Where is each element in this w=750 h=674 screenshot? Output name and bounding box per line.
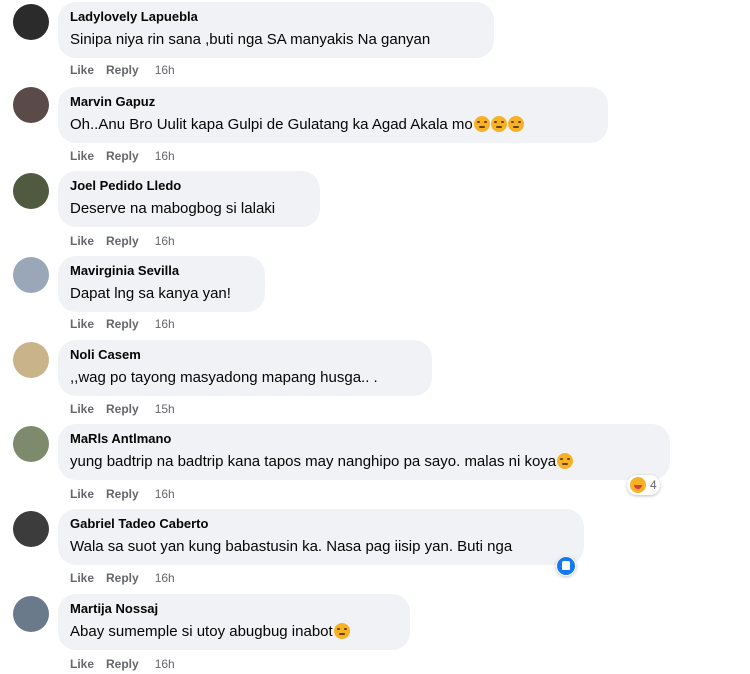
avatar[interactable]	[13, 4, 49, 40]
comment-text: Wala sa suot yan kung babastusin ka. Nas…	[70, 538, 513, 555]
reaction-summary[interactable]	[556, 556, 576, 576]
reaction-summary[interactable]: 4	[627, 475, 660, 495]
comment-bubble: MaRls Antlmano yung badtrip na badtrip k…	[58, 424, 670, 480]
like-button[interactable]: Like	[70, 657, 94, 671]
like-button[interactable]: Like	[70, 402, 94, 416]
comment-actions: Like Reply 16h	[70, 487, 175, 501]
timestamp[interactable]: 15h	[155, 402, 175, 416]
comment-actions: Like Reply 16h	[70, 149, 175, 163]
avatar[interactable]	[13, 426, 49, 462]
commenter-name[interactable]: Joel Pedido Lledo	[70, 178, 308, 194]
reply-button[interactable]: Reply	[106, 149, 139, 163]
avatar[interactable]	[13, 511, 49, 547]
reply-button[interactable]: Reply	[106, 657, 139, 671]
comment-bubble: Gabriel Tadeo Caberto Wala sa suot yan k…	[58, 509, 584, 565]
comment-text: Sinipa niya rin sana ,buti nga SA manyak…	[70, 31, 431, 48]
commenter-name[interactable]: Marvin Gapuz	[70, 94, 596, 110]
sad-face-emoji-icon	[473, 116, 490, 132]
comment-text-content: Oh..Anu Bro Uulit kapa Gulpi de Gulatang…	[70, 116, 473, 133]
timestamp[interactable]: 16h	[155, 487, 175, 501]
avatar[interactable]	[13, 342, 49, 378]
commenter-name[interactable]: Ladylovely Lapuebla	[70, 9, 482, 25]
comment-text: ,,wag po tayong masyadong mapang husga..…	[70, 369, 378, 386]
grinning-face-emoji-icon	[333, 623, 350, 639]
avatar[interactable]	[13, 596, 49, 632]
commenter-name[interactable]: Noli Casem	[70, 347, 420, 363]
timestamp[interactable]: 16h	[155, 234, 175, 248]
commenter-name[interactable]: Martija Nossaj	[70, 601, 398, 617]
commenter-name[interactable]: Gabriel Tadeo Caberto	[70, 516, 572, 532]
comment-text: yung badtrip na badtrip kana tapos may n…	[70, 452, 658, 472]
comment-actions: Like Reply 16h	[70, 63, 175, 77]
like-icon	[557, 557, 575, 575]
comment-actions: Like Reply 16h	[70, 657, 175, 671]
reply-button[interactable]: Reply	[106, 487, 139, 501]
grinning-face-emoji-icon	[557, 453, 574, 469]
comment-actions: Like Reply 16h	[70, 317, 175, 331]
comment-actions: Like Reply 16h	[70, 234, 175, 248]
commenter-name[interactable]: Mavirginia Sevilla	[70, 263, 253, 279]
avatar[interactable]	[13, 257, 49, 293]
like-button[interactable]: Like	[70, 487, 94, 501]
reply-button[interactable]: Reply	[106, 402, 139, 416]
timestamp[interactable]: 16h	[155, 317, 175, 331]
comment-bubble: Mavirginia Sevilla Dapat lng sa kanya ya…	[58, 256, 265, 312]
comment-bubble: Joel Pedido Lledo Deserve na mabogbog si…	[58, 171, 320, 227]
comment-bubble: Martija Nossaj Abay sumemple si utoy abu…	[58, 594, 410, 650]
comment-text-content: yung badtrip na badtrip kana tapos may n…	[70, 453, 557, 470]
comment-bubble: Ladylovely Lapuebla Sinipa niya rin sana…	[58, 2, 494, 58]
like-button[interactable]: Like	[70, 571, 94, 585]
like-button[interactable]: Like	[70, 63, 94, 77]
comment-text: Abay sumemple si utoy abugbug inabot	[70, 622, 398, 642]
timestamp[interactable]: 16h	[155, 149, 175, 163]
avatar[interactable]	[13, 173, 49, 209]
comment-bubble: Marvin Gapuz Oh..Anu Bro Uulit kapa Gulp…	[58, 87, 608, 143]
comment-bubble: Noli Casem ,,wag po tayong masyadong map…	[58, 340, 432, 396]
reply-button[interactable]: Reply	[106, 571, 139, 585]
comment-actions: Like Reply 15h	[70, 402, 175, 416]
like-button[interactable]: Like	[70, 234, 94, 248]
sad-face-emoji-icon	[490, 116, 507, 132]
reply-button[interactable]: Reply	[106, 234, 139, 248]
like-button[interactable]: Like	[70, 149, 94, 163]
avatar[interactable]	[13, 87, 49, 123]
reply-button[interactable]: Reply	[106, 317, 139, 331]
timestamp[interactable]: 16h	[155, 657, 175, 671]
reaction-count: 4	[650, 478, 657, 492]
sad-face-emoji-icon	[507, 116, 524, 132]
comment-text: Dapat lng sa kanya yan!	[70, 285, 231, 302]
comment-actions: Like Reply 16h	[70, 571, 175, 585]
like-button[interactable]: Like	[70, 317, 94, 331]
commenter-name[interactable]: MaRls Antlmano	[70, 431, 658, 447]
comment-text: Deserve na mabogbog si lalaki	[70, 200, 276, 217]
timestamp[interactable]: 16h	[155, 571, 175, 585]
haha-icon	[630, 477, 646, 493]
comment-text: Oh..Anu Bro Uulit kapa Gulpi de Gulatang…	[70, 115, 596, 135]
timestamp[interactable]: 16h	[155, 63, 175, 77]
reply-button[interactable]: Reply	[106, 63, 139, 77]
comment-text-content: Abay sumemple si utoy abugbug inabot	[70, 623, 333, 640]
